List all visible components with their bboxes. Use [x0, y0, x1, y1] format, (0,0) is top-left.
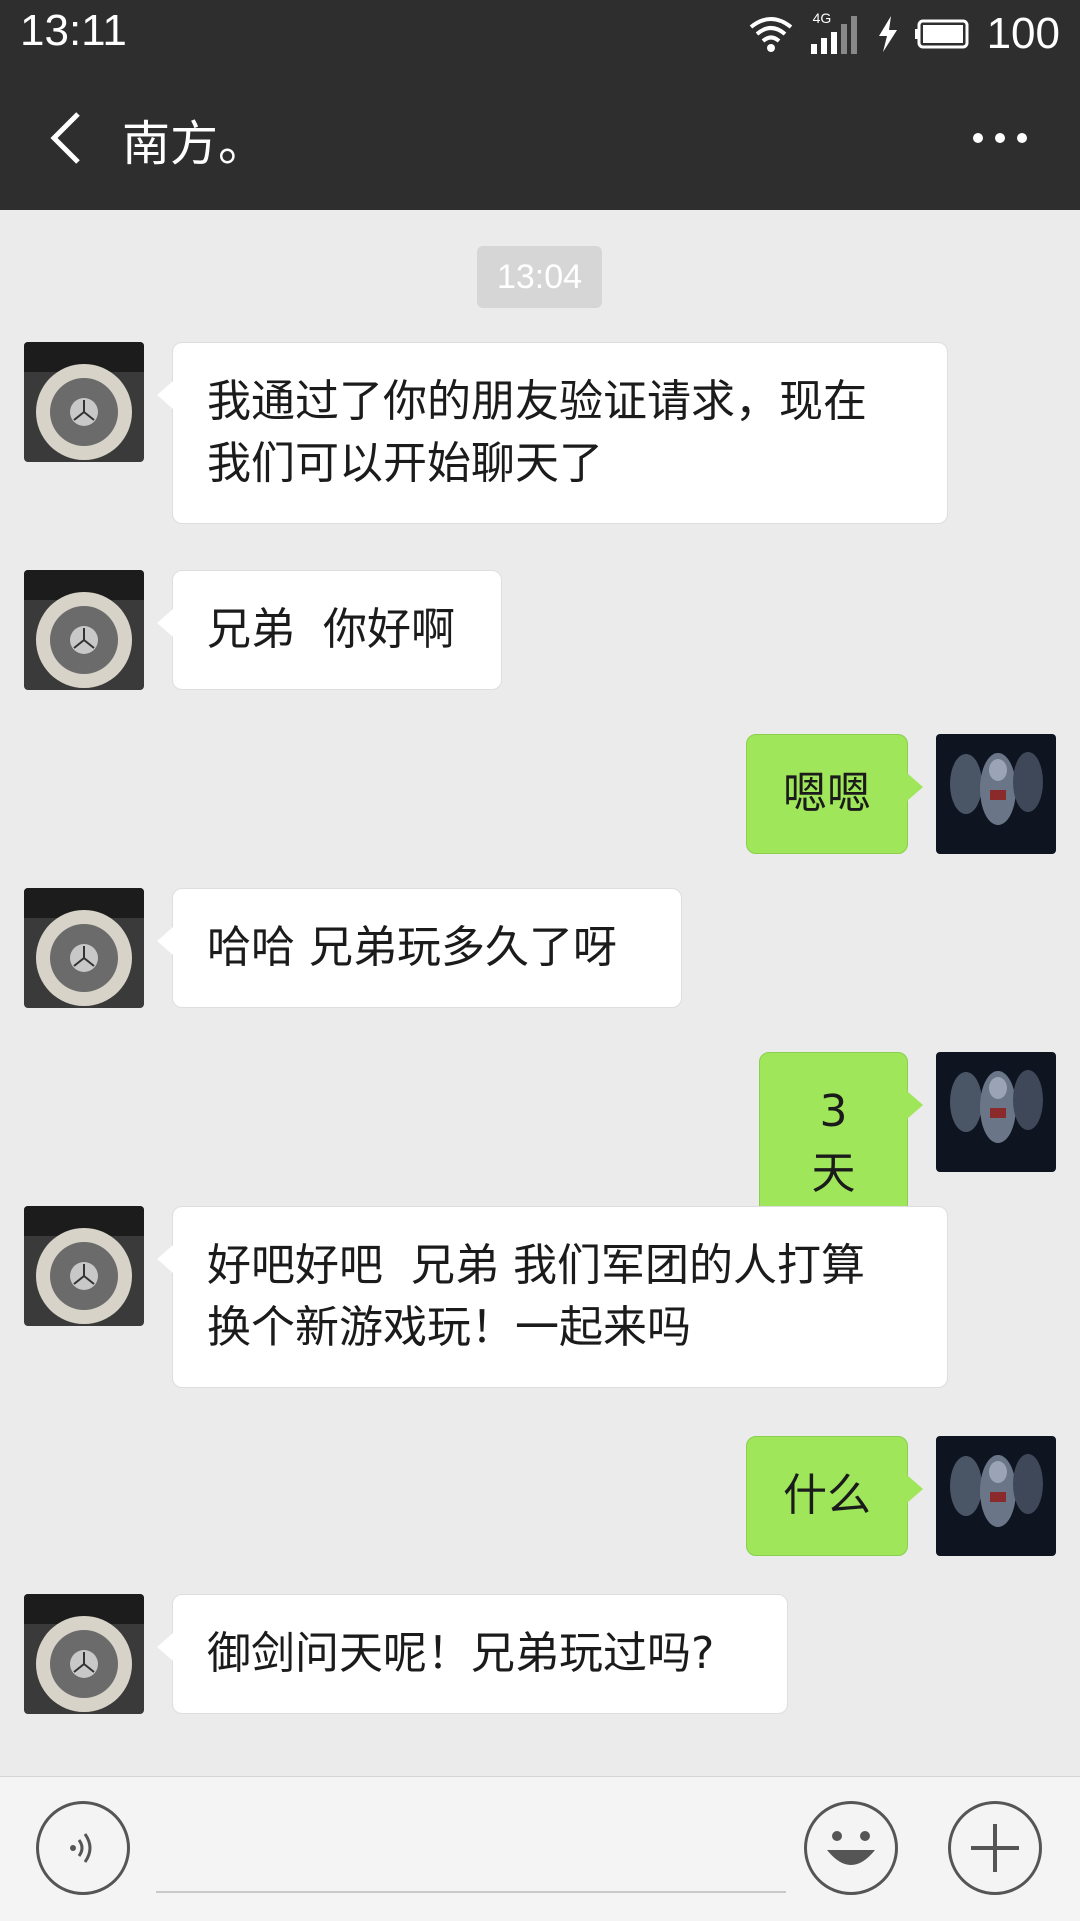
incoming-message-bubble[interactable]: 好吧好吧 兄弟 我们军团的人打算 换个新游戏玩！一起来吗 [157, 1206, 948, 1388]
chevron-left-icon [50, 112, 80, 164]
outgoing-message-bubble[interactable]: 什么 [746, 1436, 923, 1556]
status-bar: 13:11 4G 100 [0, 0, 1080, 66]
emoji-button[interactable] [804, 1801, 898, 1895]
outgoing-message-bubble[interactable]: 嗯嗯 [746, 734, 923, 854]
emoji-icon [827, 1831, 875, 1865]
voice-button[interactable] [36, 1801, 130, 1895]
message-input[interactable] [156, 1805, 786, 1893]
more-dots-icon [973, 133, 1027, 143]
contact-avatar[interactable] [24, 888, 144, 1008]
contact-avatar[interactable] [24, 570, 144, 690]
chat-area[interactable]: 13:04 我通过了你的朋友验证请求，现在 我们可以开始聊天了 兄弟 你好啊 嗯… [0, 210, 1080, 1776]
battery-level: 100 [986, 9, 1060, 58]
input-bar [0, 1776, 1080, 1921]
status-icons: 4G 100 [749, 6, 1060, 62]
plus-button[interactable] [948, 1801, 1042, 1895]
contact-avatar[interactable] [24, 342, 144, 462]
incoming-message-bubble[interactable]: 御剑问天呢！兄弟玩过吗? [157, 1594, 788, 1714]
more-button[interactable] [960, 102, 1040, 174]
wifi-icon [749, 17, 792, 52]
chat-title: 南方。 [122, 116, 267, 172]
battery-icon [914, 19, 969, 49]
timestamp: 13:04 [477, 246, 602, 308]
incoming-message-bubble[interactable]: 兄弟 你好啊 [157, 570, 502, 690]
incoming-message-bubble[interactable]: 哈哈 兄弟玩多久了呀 [157, 888, 682, 1008]
contact-avatar[interactable] [24, 1594, 144, 1714]
voice-icon [70, 1833, 92, 1863]
signal-icon: 4G [809, 10, 861, 56]
user-avatar[interactable] [936, 1436, 1056, 1556]
status-time: 13:11 [20, 6, 127, 55]
plus-icon [971, 1824, 1019, 1872]
charging-icon [878, 16, 897, 52]
user-avatar[interactable] [936, 734, 1056, 854]
back-button[interactable] [30, 102, 100, 174]
incoming-message-bubble[interactable]: 我通过了你的朋友验证请求，现在 我们可以开始聊天了 [157, 342, 948, 524]
contact-avatar[interactable] [24, 1206, 144, 1326]
user-avatar[interactable] [936, 1052, 1056, 1172]
title-bar: 南方。 [0, 66, 1080, 210]
